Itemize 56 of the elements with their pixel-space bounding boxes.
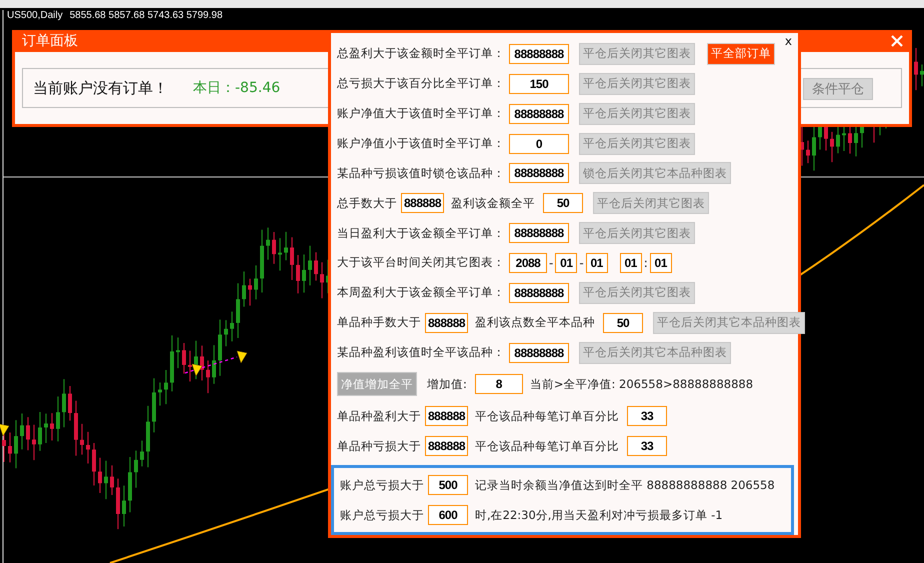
input-field[interactable]: 88888888 [509, 104, 569, 124]
input-field[interactable]: 01 [650, 252, 672, 273]
field-label: 当前>全平净值: 206558>88888888888 [530, 376, 754, 392]
field-label: 增加值: [427, 376, 467, 392]
input-field[interactable]: 01 [620, 252, 642, 273]
field-label: 总盈利大于该金额时全平订单： [337, 46, 505, 62]
input-field[interactable]: 500 [428, 475, 468, 496]
input-field[interactable]: 88888888 [509, 342, 569, 363]
chart-symbol: US500,Daily [7, 10, 63, 21]
input-field[interactable]: 88888888 [509, 223, 569, 244]
input-field[interactable]: 33 [627, 436, 668, 456]
separator-text: : [644, 256, 648, 270]
field-label: 记录当时余额当净值达到时全平 88888888888 206558 [475, 478, 775, 493]
input-field[interactable]: 888888 [425, 406, 468, 426]
input-field[interactable]: 888888 [425, 436, 468, 456]
input-field[interactable]: 50 [603, 312, 644, 333]
field-label: 账户净值小于该值时全平订单： [337, 136, 505, 151]
field-label: 当日盈利大于该金额全平订单： [337, 226, 505, 241]
field-label: 单品种亏损大于 [337, 438, 421, 454]
input-field[interactable]: 0 [509, 134, 569, 154]
input-field[interactable]: 2088 [509, 252, 547, 273]
separator-text: - [579, 256, 584, 270]
field-label: 单品种盈利大于 [337, 408, 421, 424]
field-label: 总手数大于 [337, 196, 397, 211]
field-label: 单品种手数大于 [337, 315, 421, 330]
field-label: 盈利该金额全平 [451, 196, 536, 211]
input-field[interactable]: 50 [543, 193, 584, 214]
input-field[interactable]: 01 [555, 252, 578, 273]
no-orders-message: 当前账户没有订单！ [33, 78, 169, 98]
field-label: 大于该平台时间关闭其它图表： [337, 255, 505, 270]
separator-text: - [549, 256, 554, 270]
today-label: 本日： [193, 79, 235, 97]
field-label: 平仓该品种每笔订单百分比 [475, 408, 620, 424]
input-field[interactable]: 600 [428, 505, 468, 526]
input-field[interactable]: 88888888 [509, 163, 569, 184]
input-field[interactable]: 88888888 [509, 44, 569, 64]
input-field[interactable]: 888888 [401, 193, 444, 214]
input-field[interactable]: 150 [509, 74, 569, 94]
input-field[interactable]: 33 [627, 406, 668, 426]
field-label: 盈利该点数全平本品种 [475, 315, 596, 330]
field-label: 某品种盈利该值时全平该品种： [337, 345, 505, 360]
field-label: 账户总亏损大于 [340, 478, 424, 493]
input-field[interactable]: 8 [474, 374, 523, 394]
field-label: 总亏损大于该百分比全平订单： [337, 76, 505, 92]
input-field[interactable]: 01 [586, 252, 608, 273]
input-field[interactable]: 88888888 [509, 282, 569, 303]
field-label: 某品种亏损该值时锁仓该品种： [337, 166, 505, 181]
today-value: -85.46 [235, 80, 280, 96]
input-field[interactable]: 888888 [425, 312, 468, 333]
field-label: 本周盈利大于该金额全平订单： [337, 285, 505, 300]
panel-title: 订单面板 [22, 32, 78, 50]
field-label: 账户总亏损大于 [340, 508, 424, 523]
field-label: 账户净值大于该值时全平订单： [337, 106, 505, 122]
field-label: 平仓该品种每笔订单百分比 [475, 438, 620, 454]
chart-prices: 5855.68 5857.68 5743.63 5799.98 [70, 10, 223, 21]
field-label: 时,在22:30分,用当天盈利对冲亏损最多订单 -1 [475, 508, 723, 523]
